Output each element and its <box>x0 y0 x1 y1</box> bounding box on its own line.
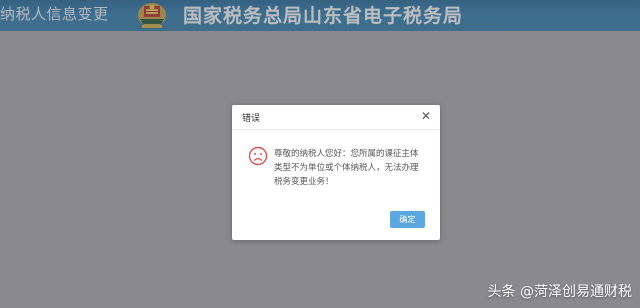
modal-overlay-header <box>0 0 640 31</box>
sad-face-icon <box>248 146 268 166</box>
ok-button[interactable]: 确定 <box>390 211 425 228</box>
close-icon[interactable]: ✕ <box>420 110 432 122</box>
page: 纳税人信息变更 国家税务总局山东省电子税务局 错误 ✕ 尊敬的纳税人您好：您所属… <box>0 0 640 308</box>
watermark: 头条 @菏泽创易通财税 <box>487 284 632 300</box>
site-header: 纳税人信息变更 国家税务总局山东省电子税务局 <box>0 0 640 31</box>
dialog-header: 错误 ✕ <box>232 105 440 130</box>
dialog-title: 错误 <box>242 114 261 124</box>
error-dialog: 错误 ✕ 尊敬的纳税人您好：您所属的课征主体类型不为单位或个体纳税人，无法办理税… <box>232 105 440 240</box>
dialog-message: 尊敬的纳税人您好：您所属的课征主体类型不为单位或个体纳税人，无法办理税务变更业务… <box>274 149 419 187</box>
